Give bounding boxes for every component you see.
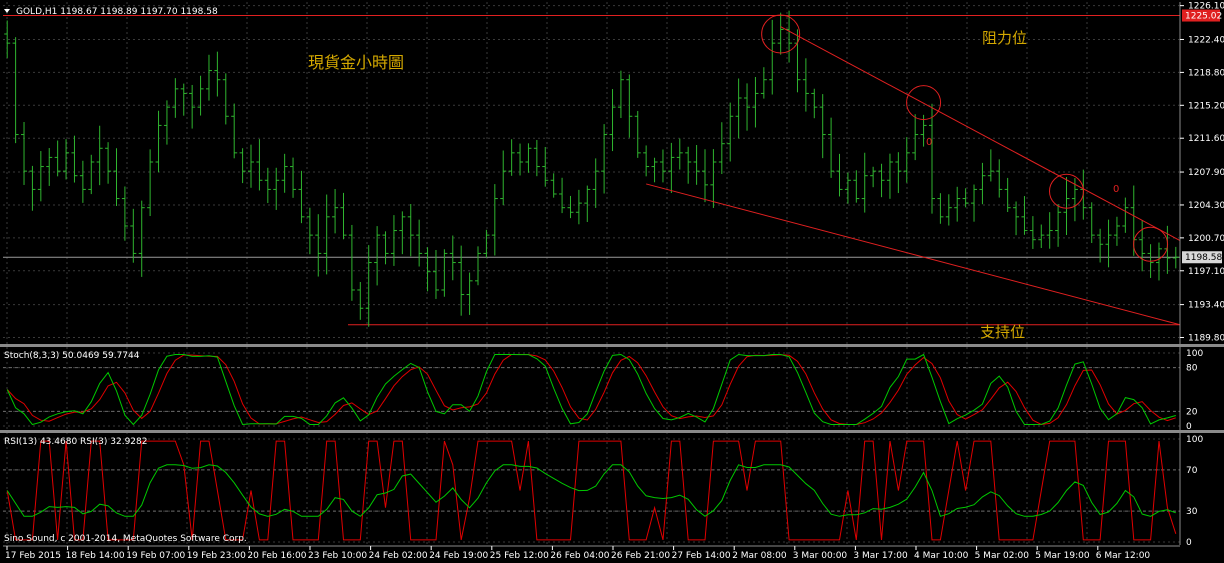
rsi-tick-label: 0 <box>1186 538 1192 548</box>
time-tick-label: 26 Feb 21:00 <box>611 551 670 561</box>
time-tick-label: 5 Mar 19:00 <box>1035 551 1090 561</box>
resistance-price-label: 1225.02 <box>1185 12 1222 22</box>
time-tick-label: 19 Feb 23:00 <box>187 551 246 561</box>
time-tick-label: 5 Mar 02:00 <box>975 551 1030 561</box>
time-tick-label: 26 Feb 04:00 <box>550 551 609 561</box>
price-tick-label: 1197.10 <box>1188 267 1224 277</box>
time-tick-label: 24 Feb 19:00 <box>429 551 488 561</box>
time-tick-label: 20 Feb 16:00 <box>247 551 306 561</box>
rsi-tick-label: 100 <box>1186 435 1203 445</box>
time-tick-label: 6 Mar 12:00 <box>1096 551 1151 561</box>
price-tick-label: 1218.80 <box>1188 68 1224 78</box>
price-tick-label: 1189.80 <box>1188 334 1224 344</box>
time-tick-label: 23 Feb 10:00 <box>308 551 367 561</box>
time-tick-label: 25 Feb 12:00 <box>490 551 549 561</box>
time-tick-label: 4 Mar 10:00 <box>914 551 969 561</box>
rsi-title: RSI(13) 43.4680 RSI(3) 32.9282 <box>4 437 147 447</box>
time-tick-label: 19 Feb 07:00 <box>126 551 185 561</box>
stoch-tick-label: 20 <box>1186 407 1198 417</box>
marker-label: 0 <box>1113 184 1119 195</box>
resistance-annotation: 阻力位 <box>982 29 1027 47</box>
time-tick-label: 3 Mar 17:00 <box>853 551 908 561</box>
price-tick-label: 1211.60 <box>1188 134 1224 144</box>
support-annotation: 支持位 <box>980 323 1025 341</box>
stoch-tick-label: 100 <box>1186 349 1203 359</box>
stoch-tick-label: 0 <box>1186 422 1192 432</box>
price-tick-label: 1207.90 <box>1188 168 1224 178</box>
current-price-label: 1198.58 <box>1185 253 1222 263</box>
pane-separator-rsi[interactable] <box>0 430 1224 433</box>
time-tick-label: 3 Mar 00:00 <box>793 551 848 561</box>
rsi-tick-label: 70 <box>1186 466 1198 476</box>
time-tick-label: 2 Mar 08:00 <box>732 551 787 561</box>
stoch-tick-label: 80 <box>1186 364 1198 374</box>
price-tick-label: 1204.30 <box>1188 201 1224 211</box>
price-tick-label: 1215.20 <box>1188 101 1224 111</box>
stoch-title: Stoch(8,3,3) 50.0469 59.7744 <box>4 351 140 361</box>
pane-separator-stoch[interactable] <box>0 344 1224 347</box>
price-tick-label: 1193.40 <box>1188 301 1224 311</box>
trading-chart: 1226.101222.401218.801215.201211.601207.… <box>0 0 1224 563</box>
price-tick-label: 1200.70 <box>1188 234 1224 244</box>
copyright-text: Sino Sound, c 2001-2014, MetaQuotes Soft… <box>4 534 247 544</box>
price-tick-label: 1222.40 <box>1188 35 1224 45</box>
time-tick-label: 18 Feb 14:00 <box>66 551 125 561</box>
time-tick-label: 17 Feb 2015 <box>5 551 61 561</box>
time-tick-label: 24 Feb 02:00 <box>369 551 428 561</box>
time-tick-label: 27 Feb 14:00 <box>672 551 731 561</box>
marker-label: 0 <box>926 137 932 148</box>
chinese-title-annotation: 現貨金小時圖 <box>308 53 404 72</box>
main-title: GOLD,H1 1198.67 1198.89 1197.70 1198.58 <box>16 7 218 17</box>
rsi-tick-label: 30 <box>1186 507 1198 517</box>
